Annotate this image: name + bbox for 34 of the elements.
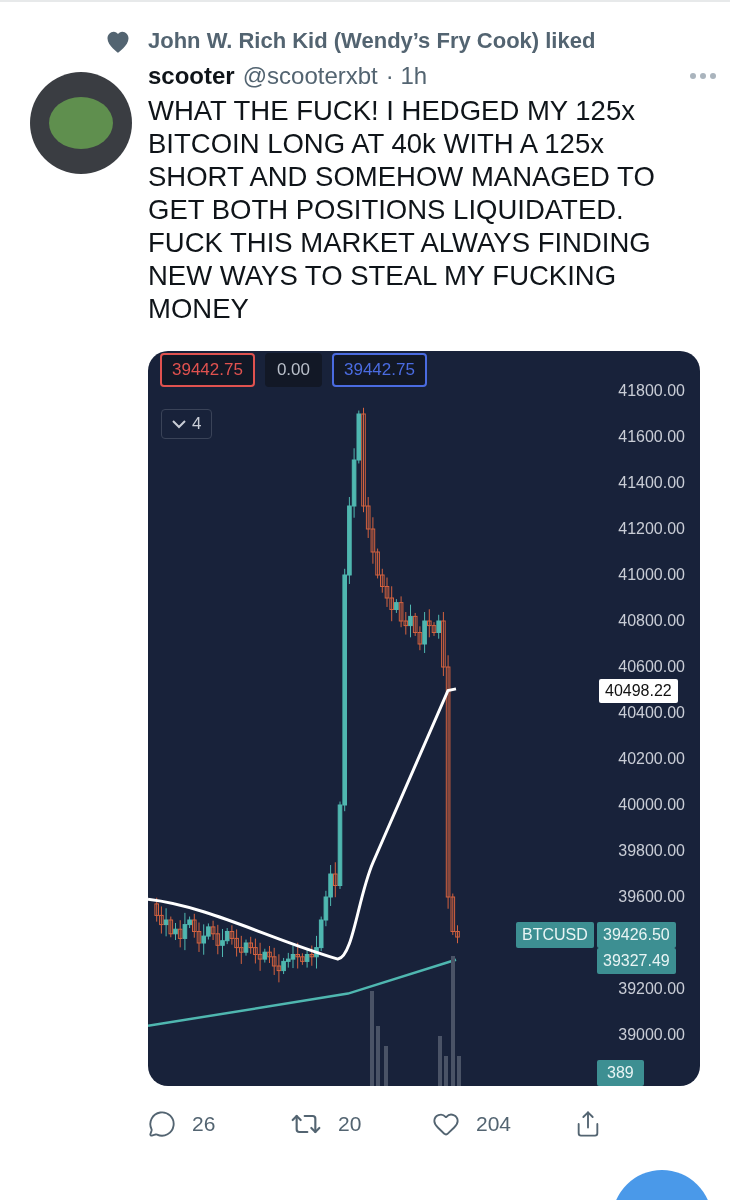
interval-toggle[interactable]: 4 — [161, 409, 213, 439]
reply-icon — [148, 1110, 176, 1138]
axis-label: 40000.00 — [618, 795, 685, 815]
axis-label: 41400.00 — [618, 473, 685, 493]
price-label: 39442.75 — [160, 353, 255, 387]
like-button[interactable]: 204 — [432, 1110, 574, 1138]
reply-button[interactable]: 26 — [148, 1110, 290, 1138]
tweet-time: · 1h — [385, 62, 428, 90]
axis-label: 39600.00 — [618, 887, 685, 907]
interval-value: 4 — [192, 414, 202, 434]
axis-label: 41600.00 — [618, 427, 685, 447]
chevron-down-icon — [172, 419, 186, 429]
axis-label: 40600.00 — [618, 657, 685, 677]
volume-tag: 389 — [597, 1060, 644, 1086]
axis-label: 40400.00 — [618, 703, 685, 723]
price-label: 0.00 — [264, 353, 322, 387]
axis-label: 41000.00 — [618, 565, 685, 585]
author-handle[interactable]: @scooterxbt — [242, 62, 378, 90]
tweet-text: WHAT THE FUCK! I HEDGED MY 125x BITCOIN LONG AT 40k WITH A 125x SHORT AND SOMEHOW MANAGED TO GET BOTH POSITIONS LIQUIDATED. FUCK THIS MARKET ALWAYS FINDING NEW WAYS TO STEAL MY FUCKING MONEY — [148, 94, 656, 325]
average-price-tag: 39327.49 — [597, 948, 676, 974]
axis-label: 41800.00 — [618, 381, 685, 401]
axis-label: 40200.00 — [618, 749, 685, 769]
last-price-tag: 39426.50 — [597, 922, 676, 948]
axis-label: 39200.00 — [618, 979, 685, 999]
price-label: 39442.75 — [332, 353, 427, 387]
retweet-button[interactable]: 20 — [290, 1108, 432, 1140]
axis-label: 39000.00 — [618, 1025, 685, 1045]
axis-label: 39800.00 — [618, 841, 685, 861]
price-tag: 40498.22 — [599, 679, 678, 703]
author-name[interactable]: scooter — [148, 62, 235, 90]
liked-by-text: John W. Rich Kid (Wendy’s Fry Cook) liked — [148, 28, 596, 54]
symbol-tag: BTCUSD — [516, 922, 594, 948]
axis-label: 40800.00 — [618, 611, 685, 631]
axis-label: 41200.00 — [618, 519, 685, 539]
